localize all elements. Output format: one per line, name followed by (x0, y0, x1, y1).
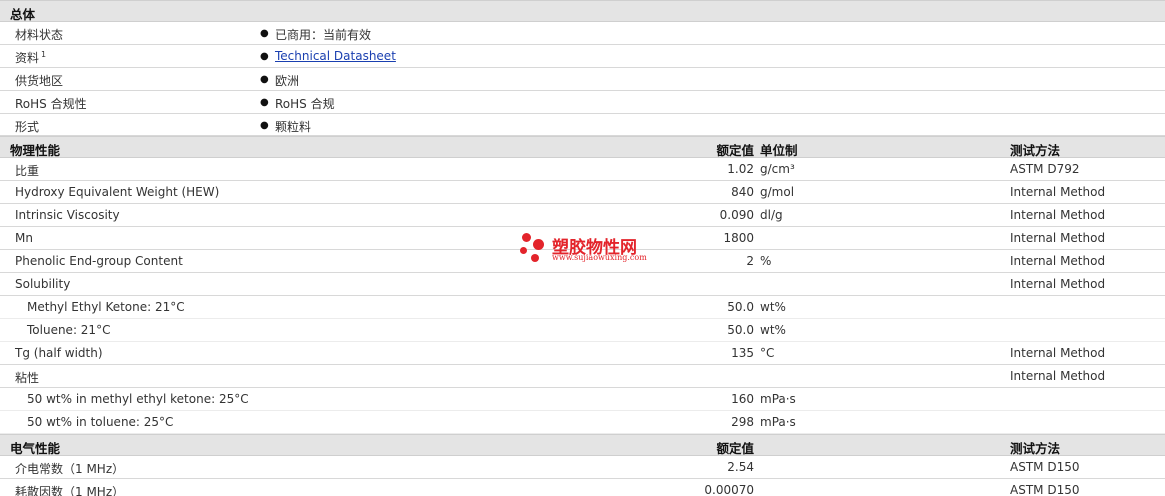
row-unit: mPa·s (760, 415, 796, 429)
general-label-text: 资料 (15, 51, 40, 65)
row-label: 比重 (15, 164, 40, 178)
section-header-physical: 物理性能 额定值 单位制 测试方法 (0, 136, 1165, 158)
table-row: 50 wt% in methyl ethyl ketone: 25°C 160 mP… (0, 388, 1165, 411)
row-value: 135 (731, 346, 754, 360)
table-row: Toluene: 21°C 50.0 wt% (0, 319, 1165, 342)
row-value: 0.00070 (704, 483, 754, 496)
column-header-value: 额定值 (716, 441, 754, 456)
general-row-rohs: RoHS 合规性 ● RoHS 合规 (0, 91, 1165, 114)
bullet-icon: ● (260, 74, 269, 85)
row-method: ASTM D150 (1010, 483, 1080, 496)
table-row: 比重 1.02 g/cm³ ASTM D792 (0, 158, 1165, 181)
row-value: 2.54 (727, 460, 754, 474)
logo-dot (533, 239, 544, 250)
row-label: Phenolic End-group Content (15, 254, 183, 268)
general-row-region: 供货地区 ● 欧洲 (0, 68, 1165, 91)
logo-dot (522, 233, 531, 242)
row-unit: °C (760, 346, 775, 360)
table-row: 粘性 Internal Method (0, 365, 1165, 388)
row-unit: % (760, 254, 772, 268)
row-label: 耗散因数（1 MHz） (15, 485, 125, 496)
row-label: Methyl Ethyl Ketone: 21°C (27, 300, 185, 314)
section-header-electrical: 电气性能 额定值 测试方法 (0, 434, 1165, 456)
column-header-value: 额定值 (716, 143, 754, 158)
table-row: Methyl Ethyl Ketone: 21°C 50.0 wt% (0, 296, 1165, 319)
row-unit: mPa·s (760, 392, 796, 406)
general-value: 欧洲 (275, 74, 300, 88)
general-value: Technical Datasheet (275, 49, 396, 63)
row-label: Hydroxy Equivalent Weight (HEW) (15, 185, 220, 199)
logo-dot (520, 247, 527, 254)
general-value: RoHS 合规 (275, 97, 335, 111)
watermark-url: www.sujiaowuxing.com (552, 253, 647, 262)
row-label: Toluene: 21°C (27, 323, 111, 337)
general-row-status: 材料状态 ● 已商用：当前有效 (0, 22, 1165, 45)
general-label: 供货地区 (15, 74, 64, 88)
footnote-marker: 1 (41, 50, 47, 59)
watermark-logo: 塑胶物性网 www.sujiaowuxing.com (520, 229, 660, 269)
bullet-icon: ● (260, 28, 269, 39)
row-label: Tg (half width) (15, 346, 103, 360)
general-label: RoHS 合规性 (15, 97, 87, 111)
row-unit: g/mol (760, 185, 795, 199)
table-row: Tg (half width) 135 °C Internal Method (0, 342, 1165, 365)
row-label: 50 wt% in methyl ethyl ketone: 25°C (27, 392, 249, 406)
row-label: Solubility (15, 277, 71, 291)
technical-datasheet-link[interactable]: Technical Datasheet (275, 49, 396, 63)
row-label: 介电常数（1 MHz） (15, 462, 125, 476)
row-label: 粘性 (15, 371, 40, 385)
table-row: Intrinsic Viscosity 0.090 dl/g Internal Met… (0, 204, 1165, 227)
bullet-icon: ● (260, 51, 269, 62)
row-value: 1800 (723, 231, 754, 245)
row-value: 298 (731, 415, 754, 429)
row-unit: dl/g (760, 208, 783, 222)
logo-dot (531, 254, 539, 262)
row-method: Internal Method (1010, 231, 1106, 245)
row-label: 50 wt% in toluene: 25°C (27, 415, 174, 429)
row-value: 1.02 (727, 162, 754, 176)
general-value: 颗粒料 (275, 120, 312, 134)
general-label: 材料状态 (15, 28, 64, 42)
table-row: 50 wt% in toluene: 25°C 298 mPa·s (0, 411, 1165, 434)
row-method: Internal Method (1010, 254, 1106, 268)
row-method: Internal Method (1010, 185, 1106, 199)
row-value: 0.090 (719, 208, 754, 222)
general-label: 形式 (15, 120, 40, 134)
row-label: Mn (15, 231, 33, 245)
row-label: Intrinsic Viscosity (15, 208, 120, 222)
table-row: 耗散因数（1 MHz） 0.00070 ASTM D150 (0, 479, 1165, 496)
row-method: ASTM D150 (1010, 460, 1080, 474)
row-method: ASTM D792 (1010, 162, 1080, 176)
column-header-method: 测试方法 (1010, 441, 1061, 456)
section-title-general: 总体 (10, 7, 36, 22)
section-title-physical: 物理性能 (10, 143, 61, 158)
physical-rows: 比重 1.02 g/cm³ ASTM D792 Hydroxy Equivalent W… (0, 158, 1165, 434)
row-value: 2 (746, 254, 754, 268)
row-value: 840 (731, 185, 754, 199)
row-method: Internal Method (1010, 208, 1106, 222)
row-unit: g/cm³ (760, 162, 795, 176)
row-method: Internal Method (1010, 346, 1106, 360)
general-row-form: 形式 ● 颗粒料 (0, 114, 1165, 136)
general-row-docs: 资料 1 ● Technical Datasheet (0, 45, 1165, 68)
electrical-rows: 介电常数（1 MHz） 2.54 ASTM D150 耗散因数（1 MHz） 0.000… (0, 456, 1165, 496)
row-value: 50.0 (727, 323, 754, 337)
section-header-general: 总体 (0, 0, 1165, 22)
row-unit: wt% (760, 300, 786, 314)
bullet-icon: ● (260, 97, 269, 108)
column-header-method: 测试方法 (1010, 143, 1061, 158)
row-method: Internal Method (1010, 277, 1106, 291)
row-unit: wt% (760, 323, 786, 337)
row-method: Internal Method (1010, 369, 1106, 383)
row-value: 50.0 (727, 300, 754, 314)
table-row: 介电常数（1 MHz） 2.54 ASTM D150 (0, 456, 1165, 479)
general-value: 已商用：当前有效 (275, 28, 372, 42)
bullet-icon: ● (260, 120, 269, 131)
table-row: Hydroxy Equivalent Weight (HEW) 840 g/mol I… (0, 181, 1165, 204)
section-title-electrical: 电气性能 (10, 441, 61, 456)
column-header-unit: 单位制 (760, 143, 798, 158)
table-row: Solubility Internal Method (0, 273, 1165, 296)
general-label: 资料 1 (15, 49, 46, 66)
row-value: 160 (731, 392, 754, 406)
